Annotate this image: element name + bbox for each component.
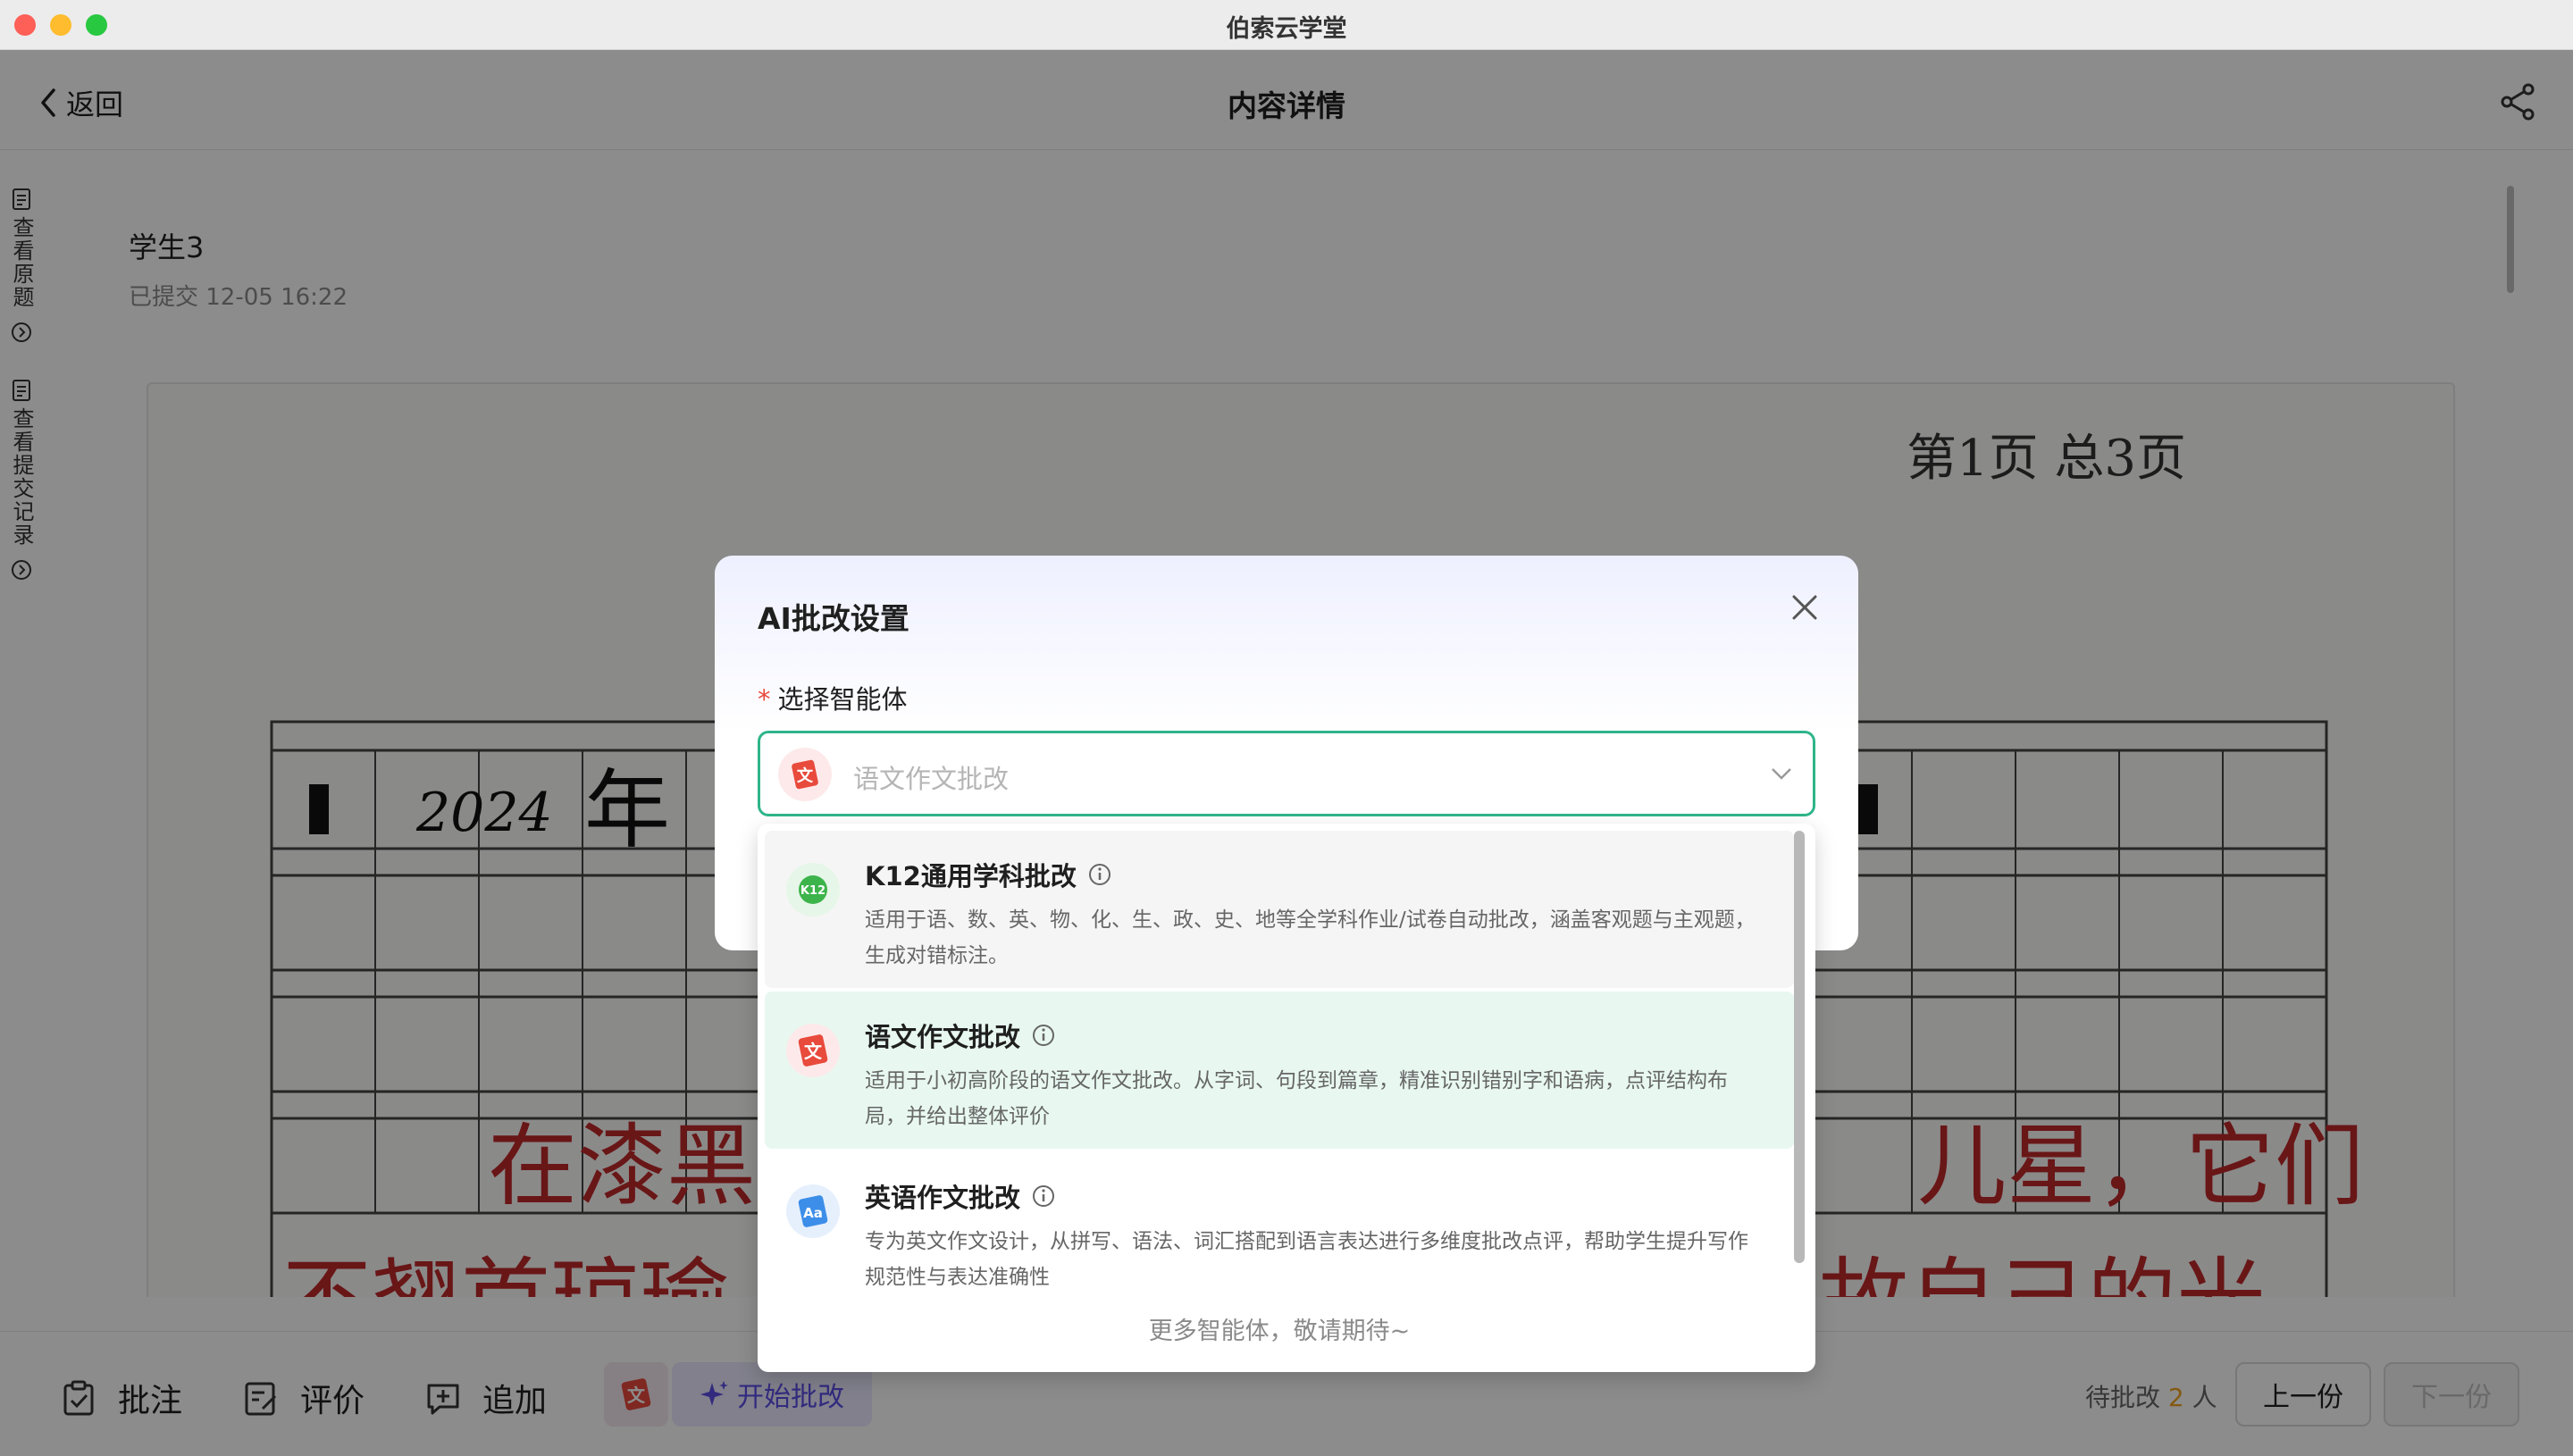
- svg-text:文: 文: [804, 1041, 823, 1062]
- window-titlebar: 伯索云学堂: [0, 0, 2573, 50]
- option-description: 适用于语、数、英、物、化、生、政、史、地等全学科作业/试卷自动批改，涵盖客观题与…: [865, 908, 1756, 967]
- option-title: 英语作文批改: [865, 1177, 1056, 1215]
- svg-text:文: 文: [797, 766, 814, 785]
- agent-dropdown: K12 K12通用学科批改 适用于语、数、英、物、化、生、政、史、地等全学科作业…: [758, 824, 1815, 1372]
- agent-option-english-essay[interactable]: Aa 英语作文批改 专为英文作文设计，从拼写、语法、词汇搭配到语言表达进行多维度…: [765, 1152, 1794, 1310]
- chinese-book-icon: 文: [786, 1024, 840, 1077]
- k12-icon: K12: [786, 863, 840, 916]
- dropdown-scrollbar[interactable]: [1794, 831, 1805, 1263]
- chevron-down-icon: [1772, 768, 1791, 780]
- close-icon[interactable]: [1789, 591, 1821, 623]
- agent-select[interactable]: 文 语文作文批改: [758, 731, 1815, 816]
- svg-text:K12: K12: [800, 884, 826, 898]
- info-icon[interactable]: [1031, 1023, 1056, 1048]
- more-agents-note: 更多智能体，敬请期待~: [1148, 1318, 1411, 1345]
- agent-option-chinese-essay[interactable]: 文 语文作文批改 适用于小初高阶段的语文作文批改。从字词、句段到篇章，精准识别错…: [765, 992, 1794, 1149]
- option-title: K12通用学科批改: [865, 856, 1112, 893]
- svg-text:Aa: Aa: [803, 1205, 823, 1221]
- dialog-title: AI批改设置: [758, 601, 909, 636]
- select-placeholder: 语文作文批改: [853, 764, 1010, 794]
- info-icon[interactable]: [1031, 1184, 1056, 1209]
- chinese-book-icon: 文: [778, 748, 832, 801]
- agent-field-label: * 选择智能体: [758, 684, 908, 715]
- option-description: 适用于小初高阶段的语文作文批改。从字词、句段到篇章，精准识别错别字和语病，点评结…: [865, 1069, 1728, 1128]
- window-title: 伯索云学堂: [1226, 15, 1347, 43]
- agent-option-k12[interactable]: K12 K12通用学科批改 适用于语、数、英、物、化、生、政、史、地等全学科作业…: [765, 831, 1794, 988]
- option-title: 语文作文批改: [865, 1017, 1056, 1054]
- info-icon[interactable]: [1087, 862, 1112, 887]
- option-description: 专为英文作文设计，从拼写、语法、词汇搭配到语言表达进行多维度批改点评，帮助学生提…: [865, 1230, 1748, 1289]
- english-book-icon: Aa: [786, 1184, 840, 1238]
